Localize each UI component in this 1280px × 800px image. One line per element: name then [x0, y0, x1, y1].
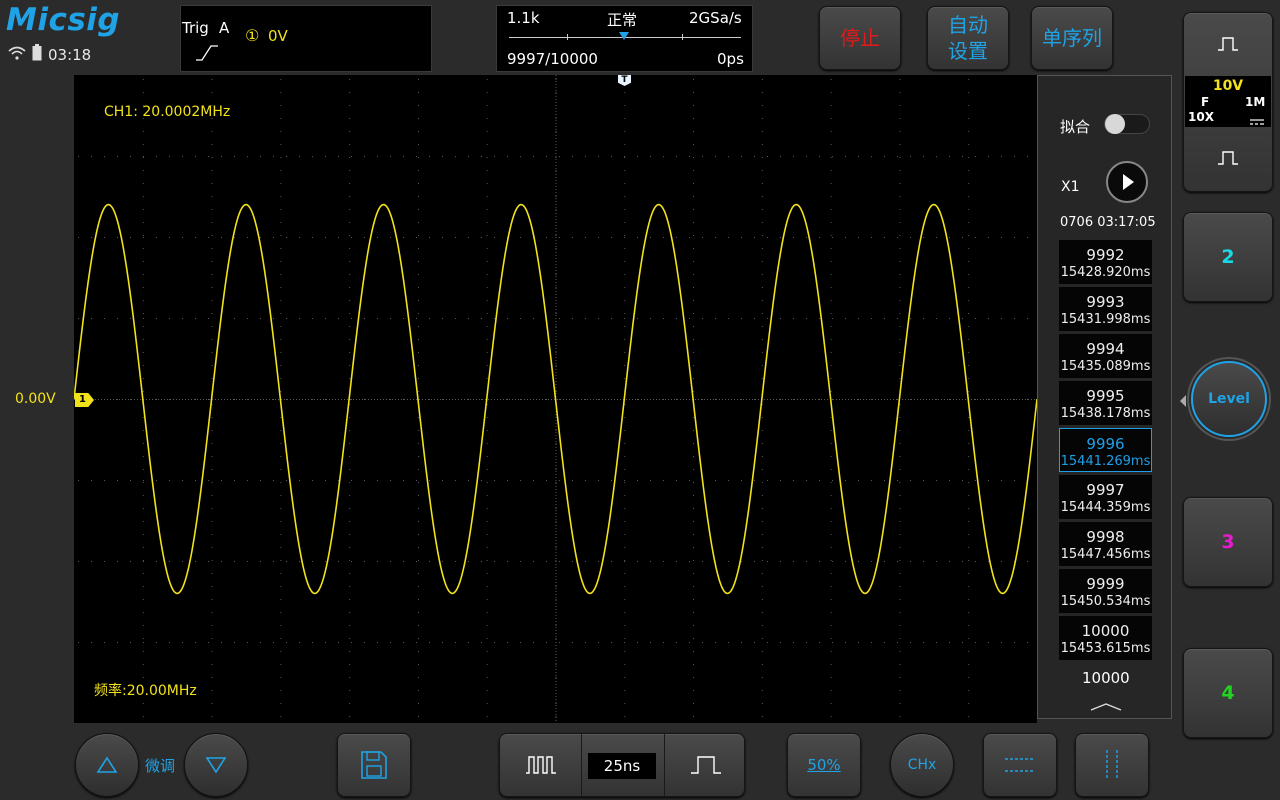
ch1-offset-value: 0.00V [15, 391, 56, 407]
frame-time: 15441.269ms [1060, 454, 1151, 469]
triangle-down-icon [205, 757, 227, 774]
fifty-percent-button[interactable]: 50% [787, 733, 861, 797]
timebase-increase-button[interactable] [664, 734, 744, 796]
save-icon [361, 751, 387, 779]
fine-adjust-label: 微调 [145, 757, 176, 775]
collapse-up-icon[interactable] [1090, 697, 1122, 716]
frame-time: 15450.534ms [1060, 594, 1151, 609]
total-frames: 10000 [1082, 669, 1130, 687]
timebase-value: 25ns [588, 753, 656, 779]
vertical-cursor-button[interactable] [1075, 733, 1149, 797]
frame-list-item[interactable]: 9993 15431.998ms [1059, 287, 1152, 331]
frame-number: 9997 [1086, 481, 1125, 499]
waveform-canvas [74, 75, 1037, 721]
playback-speed[interactable]: X1 [1061, 179, 1080, 195]
frame-list-item[interactable]: 9992 15428.920ms [1059, 240, 1152, 284]
frame-time: 15438.178ms [1060, 406, 1151, 421]
clock: 03:18 [48, 45, 92, 64]
auto-setup-line1: 自动 [948, 13, 988, 37]
pulse-icon-lower [1218, 151, 1238, 165]
sample-rate: 2GSa/s [689, 9, 742, 27]
frame-number: 9992 [1086, 246, 1125, 264]
save-button[interactable] [337, 733, 411, 797]
status-bar: 03:18 [8, 44, 91, 65]
auto-setup-line2: 设置 [948, 39, 988, 63]
battery-icon [32, 44, 42, 65]
timebase-control: 25ns [499, 733, 745, 797]
frame-time: 15428.920ms [1060, 265, 1151, 280]
frame-number: 9999 [1086, 575, 1125, 593]
frame-list-item[interactable]: 9998 15447.456ms [1059, 522, 1152, 566]
auto-setup-button[interactable]: 自动 设置 [927, 6, 1009, 70]
ch2-button[interactable]: 2 [1183, 212, 1273, 302]
ch1-probe: 10X [1188, 110, 1214, 124]
frame-list-item[interactable]: 9996 15441.269ms [1059, 428, 1152, 472]
pulse-icon [1218, 37, 1238, 51]
dc-coupling-icon [1249, 112, 1265, 131]
wide-pulse-icon [691, 756, 721, 774]
stop-button[interactable]: 停止 [819, 6, 901, 70]
frame-time: 15435.089ms [1060, 359, 1151, 374]
frame-list-item[interactable]: 9999 15450.534ms [1059, 569, 1152, 613]
frame-number: 10000 [1081, 622, 1130, 640]
timebase-decrease-button[interactable] [500, 734, 582, 796]
ch4-button[interactable]: 4 [1183, 648, 1273, 738]
frame-timestamp: 0706 03:17:05 [1060, 215, 1156, 230]
play-icon [1123, 174, 1134, 190]
memory-depth: 1.1k [507, 9, 540, 27]
ch1-volts-div: 10V [1212, 78, 1244, 94]
acquisition-panel[interactable]: 1.1k 正常 2GSa/s 9997/10000 0ps [496, 5, 753, 72]
horizontal-offset: 0ps [717, 50, 744, 68]
frame-time: 15447.456ms [1060, 547, 1151, 562]
trigger-label: Trig [182, 19, 209, 37]
frame-number: 9996 [1086, 435, 1125, 453]
grid [74, 75, 1035, 721]
acquisition-mode: 正常 [607, 11, 638, 29]
frequency-readout: 频率:20.00MHz [94, 683, 197, 699]
play-button[interactable] [1106, 161, 1148, 203]
ch1-impedance: 1M [1245, 95, 1266, 109]
wifi-icon [8, 46, 26, 64]
ch1-coupling: F [1201, 95, 1210, 109]
rising-edge-icon [195, 42, 219, 66]
trigger-panel[interactable]: Trig A ① 0V [180, 5, 432, 72]
horizontal-cursor-icon [1005, 758, 1035, 772]
history-panel: 拟合 X1 0706 03:17:05 9992 15428.920ms 9993 1… [1037, 75, 1172, 719]
waveform-display[interactable]: CH1: 20.0002MHz 频率:20.00MHz [74, 75, 1037, 723]
frame-number: 9995 [1086, 387, 1125, 405]
horizontal-cursor-button[interactable] [983, 733, 1057, 797]
fit-toggle[interactable] [1104, 114, 1150, 134]
frame-number: 9998 [1086, 528, 1125, 546]
ch1-settings-box: 10V F 1M 10X [1185, 76, 1271, 127]
ch3-button[interactable]: 3 [1183, 497, 1273, 587]
fine-up-button[interactable] [75, 733, 139, 797]
triangle-up-icon [96, 756, 118, 773]
ch1-button[interactable]: 10V F 1M 10X [1183, 12, 1273, 192]
micsig-logo: Micsig [6, 2, 121, 38]
trigger-channel-mark: ① [245, 26, 260, 45]
fit-label: 拟合 [1060, 118, 1091, 136]
level-left-arrow-icon [1179, 393, 1187, 412]
frame-time: 15431.998ms [1060, 312, 1151, 327]
vertical-cursor-icon [1106, 750, 1118, 780]
channel-select-button[interactable]: CHx [890, 733, 954, 797]
trigger-level-value: 0V [268, 27, 288, 45]
dense-pulse-icon [525, 756, 556, 774]
ch1-frequency-measure: CH1: 20.0002MHz [104, 104, 231, 120]
frame-time: 15444.359ms [1060, 500, 1151, 515]
single-sequence-button[interactable]: 单序列 [1031, 6, 1113, 70]
frame-list-item[interactable]: 9994 15435.089ms [1059, 334, 1152, 378]
level-knob-button[interactable]: Level [1191, 361, 1267, 437]
frame-number: 9994 [1086, 340, 1125, 358]
frame-number: 9993 [1086, 293, 1125, 311]
frame-time: 15453.615ms [1060, 641, 1151, 656]
fine-down-button[interactable] [184, 733, 248, 797]
frame-list-item[interactable]: 9995 15438.178ms [1059, 381, 1152, 425]
frame-list-item[interactable]: 10000 15453.615ms [1059, 616, 1152, 660]
frame-list-item[interactable]: 9997 15444.359ms [1059, 475, 1152, 519]
trigger-source: A [219, 19, 230, 37]
trigger-position-marker [619, 32, 629, 40]
frame-counter: 9997/10000 [507, 50, 598, 68]
